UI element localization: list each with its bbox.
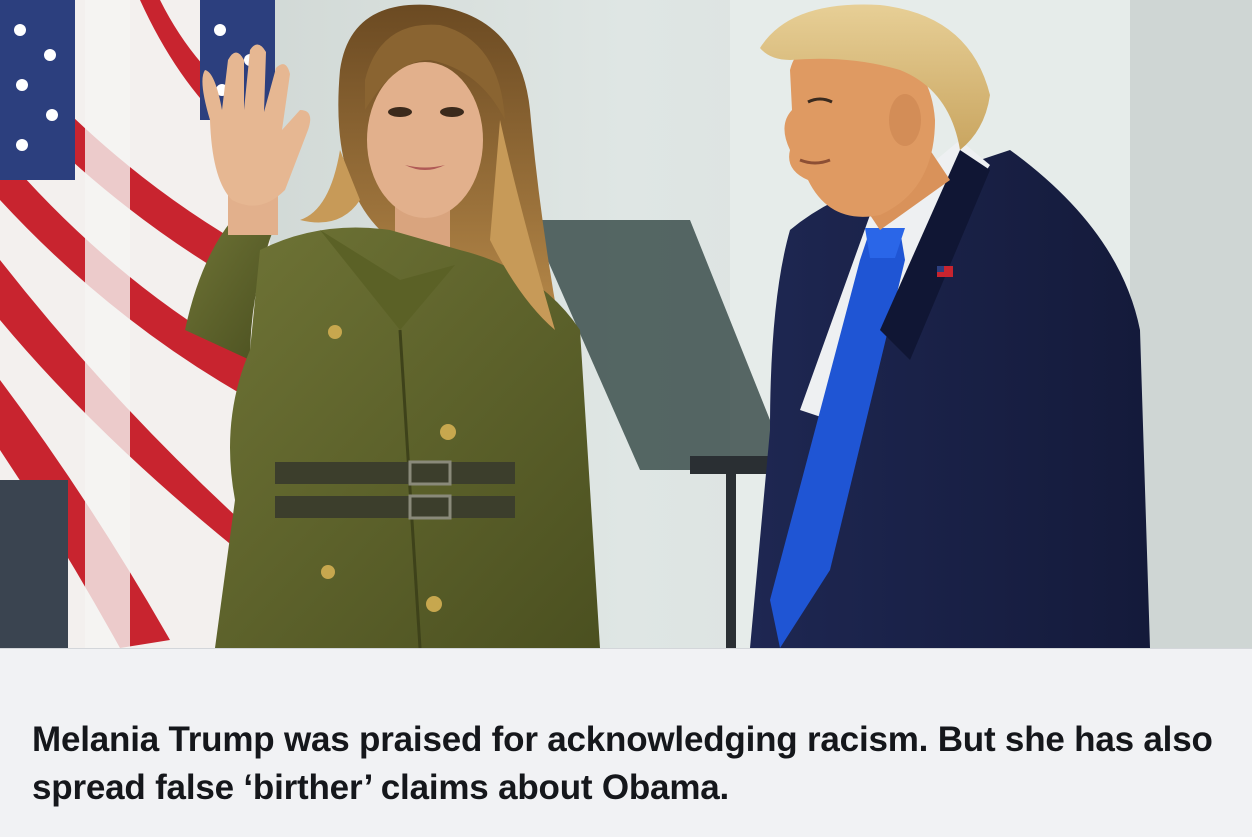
article-headline[interactable]: Melania Trump was praised for acknowledg… [32,716,1227,812]
wall-panel-right [1130,0,1252,648]
mic-stand [726,470,736,648]
card-divider [0,648,1252,649]
podium [0,480,68,648]
link-preview-card[interactable]: Melania Trump was praised for acknowledg… [0,0,1252,837]
mic-stand-base [690,456,770,474]
article-photo[interactable] [0,0,1252,648]
